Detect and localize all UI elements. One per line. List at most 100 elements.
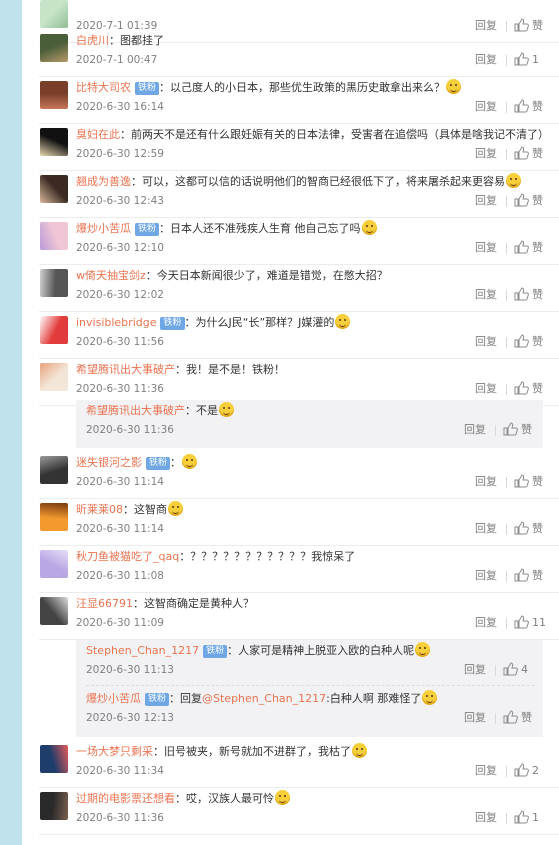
reply-button[interactable]: 回复 (475, 53, 497, 67)
reply-button[interactable]: 回复 (475, 147, 497, 161)
avatar[interactable] (40, 128, 68, 156)
username-link[interactable]: 希望腾讯出大事破产 (86, 404, 185, 417)
action-separator (506, 618, 507, 629)
avatar[interactable] (40, 456, 68, 484)
avatar[interactable] (40, 792, 68, 820)
like-button[interactable]: 2 (514, 763, 539, 779)
reply-button[interactable]: 回复 (475, 569, 497, 583)
like-button[interactable]: 赞 (514, 521, 543, 537)
avatar[interactable] (40, 269, 68, 297)
reply-button[interactable]: 回复 (475, 100, 497, 114)
reply-button[interactable]: 回复 (464, 423, 486, 437)
username-link[interactable]: 爆炒小苦瓜 (86, 692, 141, 705)
fan-badge[interactable]: 铁粉 (135, 223, 160, 236)
comment-text: ：？？？？？？？？？？？我惊呆了 (179, 550, 356, 563)
timestamp: 2020-6-30 11:14 (76, 523, 164, 535)
fan-badge[interactable]: 铁粉 (135, 82, 160, 95)
username-link[interactable]: 迷失银河之影 (76, 456, 142, 469)
reply-button[interactable]: 回复 (464, 711, 486, 725)
username-link[interactable]: 臭妇在此 (76, 128, 120, 141)
avatar[interactable] (40, 222, 68, 250)
like-button[interactable]: 赞 (514, 146, 543, 162)
avatar[interactable] (40, 175, 68, 203)
like-button[interactable]: 1 (514, 810, 539, 826)
fan-badge[interactable]: 铁粉 (145, 693, 170, 706)
thumb-up-icon (514, 193, 529, 207)
timestamp: 2020-6-30 12:59 (76, 148, 164, 160)
fan-badge[interactable]: 铁粉 (203, 645, 228, 658)
like-button[interactable]: 4 (503, 662, 528, 678)
emoji-icon (182, 454, 198, 469)
emoji-icon (275, 790, 290, 805)
like-button[interactable]: 赞 (514, 334, 543, 350)
avatar[interactable] (40, 550, 68, 578)
reply-button[interactable]: 回复 (475, 475, 497, 489)
username-link[interactable]: 比特大司农 (76, 81, 131, 94)
avatar[interactable] (40, 503, 68, 531)
username-link[interactable]: 秋刀鱼被猫吃了_qaq (76, 550, 179, 563)
like-count: 赞 (532, 522, 543, 535)
avatar[interactable] (40, 316, 68, 344)
like-button[interactable]: 赞 (514, 240, 543, 256)
like-button[interactable]: 赞 (514, 568, 543, 584)
comment-text: ：图都挂了 (109, 34, 164, 47)
like-count: 4 (521, 663, 528, 676)
fan-badge[interactable]: 铁粉 (160, 317, 185, 330)
action-separator (506, 813, 507, 824)
like-button[interactable]: 赞 (514, 99, 543, 115)
username-link[interactable]: 汪显66791 (76, 597, 133, 610)
reply-button[interactable]: 回复 (475, 382, 497, 396)
reply-button[interactable]: 回复 (475, 241, 497, 255)
username-link[interactable]: 爆炒小苦瓜 (76, 222, 131, 235)
username-link[interactable]: 一场大梦只剩采 (76, 745, 153, 758)
reply-button[interactable]: 回复 (475, 764, 497, 778)
fan-badge[interactable]: 铁粉 (146, 457, 171, 470)
like-count: 11 (532, 616, 546, 629)
comment-text: ：为什么J民“长”那样？J媒灌的 (184, 316, 335, 329)
reply-button[interactable]: 回复 (475, 335, 497, 349)
like-button[interactable]: 赞 (514, 381, 543, 397)
username-link[interactable]: 翘成为善逸 (76, 175, 131, 188)
reply-button[interactable]: 回复 (475, 811, 497, 825)
avatar[interactable] (40, 34, 68, 62)
like-button[interactable]: 赞 (503, 710, 532, 726)
avatar[interactable] (40, 597, 68, 625)
reply-button[interactable]: 回复 (475, 522, 497, 536)
reply-button[interactable]: 回复 (475, 194, 497, 208)
mention-link[interactable]: @Stephen_Chan_1217 (202, 692, 326, 705)
action-separator (506, 524, 507, 535)
like-button[interactable]: 11 (514, 615, 546, 631)
comment-text: ：我！是不是！铁粉！ (175, 363, 285, 376)
avatar[interactable] (40, 81, 68, 109)
timestamp: 2020-6-30 11:36 (86, 424, 174, 436)
username-link[interactable]: Stephen_Chan_1217 (86, 644, 199, 657)
like-button[interactable]: 1 (514, 52, 539, 68)
username-link[interactable]: invisiblebridge (76, 316, 156, 329)
emoji-icon (506, 173, 521, 188)
reply-button[interactable]: 回复 (475, 616, 497, 630)
sub-reply-box: 希望腾讯出大事破产：不是 2020-6-30 11:36 回复 赞 (76, 400, 543, 448)
avatar[interactable] (40, 0, 68, 28)
like-count: 赞 (532, 288, 543, 301)
comment-content: 白虎川：图都挂了 (76, 32, 164, 50)
like-button[interactable]: 赞 (514, 193, 543, 209)
comment-text: ：人家可是精神上脱亚入欧的白种人呢 (227, 644, 415, 657)
like-button[interactable]: 赞 (514, 287, 543, 303)
comment-content: 希望腾讯出大事破产：我！是不是！铁粉！ (76, 361, 285, 379)
like-count: 赞 (532, 241, 543, 254)
like-count: 赞 (532, 100, 543, 113)
comment-content: 爆炒小苦瓜 铁粉 ：回复@Stephen_Chan_1217:白种人啊 那难怪了 (86, 690, 438, 708)
username-link[interactable]: w倚天抽宝剑z (76, 269, 146, 282)
username-link[interactable]: 过期的电影票还想看 (76, 792, 175, 805)
like-button[interactable]: 赞 (514, 474, 543, 490)
reply-button[interactable]: 回复 (464, 663, 486, 677)
avatar[interactable] (40, 363, 68, 391)
username-link[interactable]: 希望腾讯出大事破产 (76, 363, 175, 376)
comment-text: ：不是 (185, 404, 218, 417)
action-separator (506, 384, 507, 395)
avatar[interactable] (40, 745, 68, 773)
like-button[interactable]: 赞 (503, 422, 532, 438)
reply-button[interactable]: 回复 (475, 288, 497, 302)
username-link[interactable]: 昕莱莱08 (76, 503, 123, 516)
username-link[interactable]: 白虎川 (76, 34, 109, 47)
